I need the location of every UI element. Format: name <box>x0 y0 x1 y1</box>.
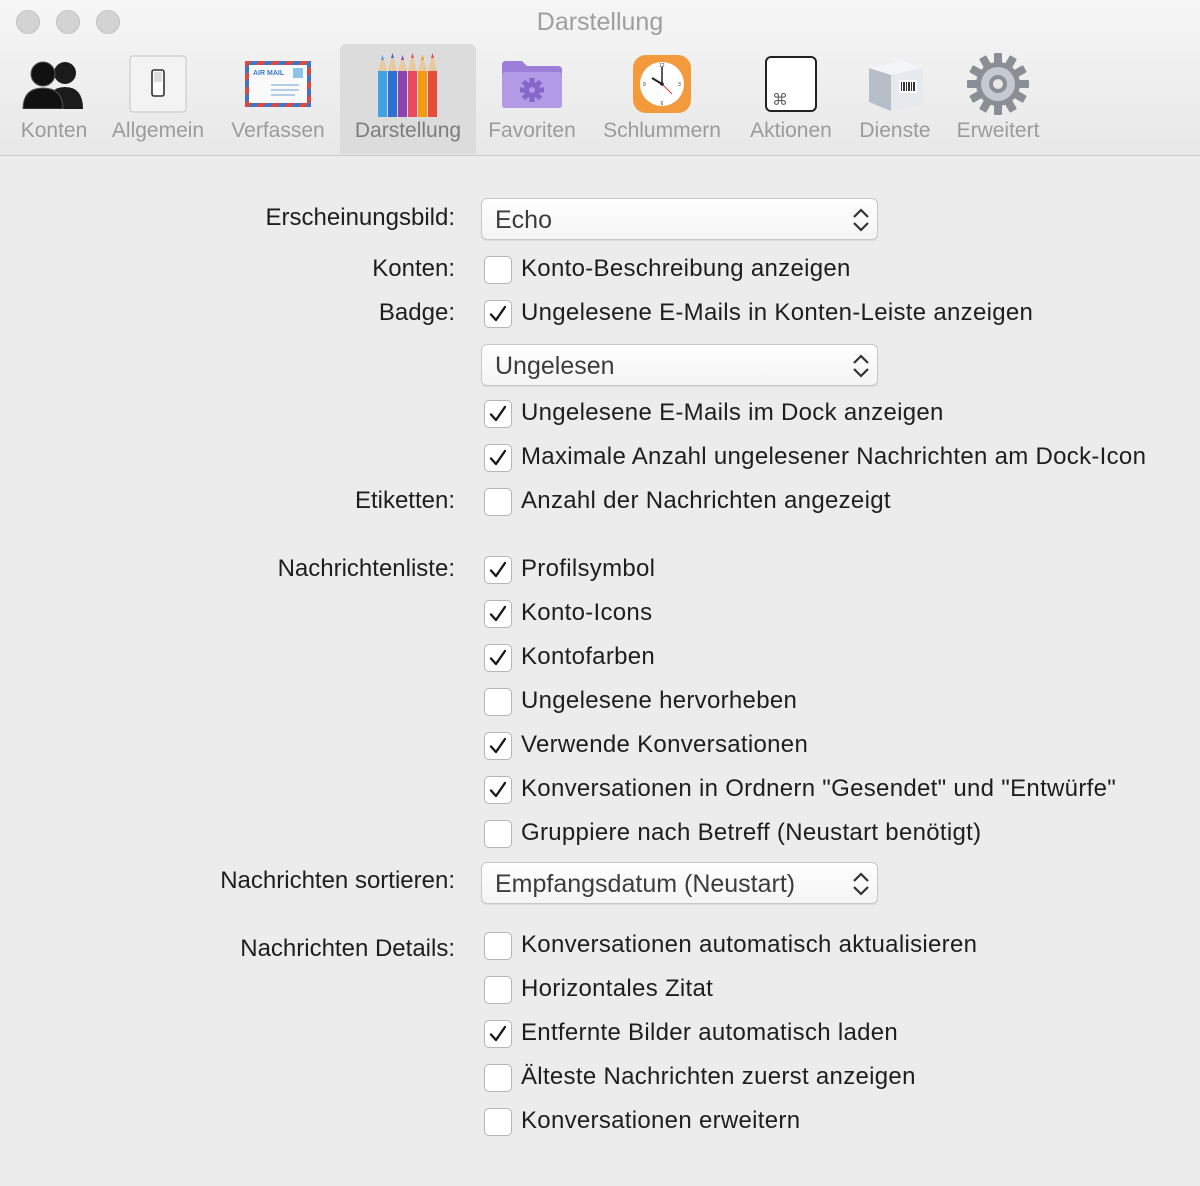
checkmark-icon <box>489 781 507 798</box>
tab-label: Konten <box>20 119 88 142</box>
label-message-count-checkbox[interactable] <box>484 488 512 516</box>
oldest-first-checkbox[interactable] <box>484 1064 512 1092</box>
profile-symbol-checkbox[interactable] <box>484 556 512 584</box>
badge-label: Badge: <box>378 299 455 326</box>
unread-in-dock-checkbox[interactable] <box>484 400 512 428</box>
checkmark-icon <box>489 449 507 466</box>
conversations-sent-drafts-checkbox[interactable] <box>484 776 512 804</box>
account-icons-checkbox[interactable] <box>484 600 512 628</box>
checkmark-icon <box>489 649 507 666</box>
checkbox-label: Konversationen erweitern <box>521 1107 801 1134</box>
checkbox-label: Horizontales Zitat <box>521 975 714 1002</box>
accounts-icon <box>19 52 89 116</box>
tab-label: Verfassen <box>231 119 325 142</box>
folder-gear-icon <box>497 52 567 116</box>
package-barcode-icon <box>860 52 930 116</box>
checkbox-label: Konto-Icons <box>521 599 653 626</box>
tab-allgemein[interactable]: Allgemein <box>104 44 212 154</box>
checkbox-label: Konversationen automatisch aktualisieren <box>521 931 978 958</box>
checkmark-icon <box>489 561 507 578</box>
tab-label: Favoriten <box>488 119 576 142</box>
tab-label: Erweitert <box>956 119 1040 142</box>
tab-label: Aktionen <box>750 119 832 142</box>
checkbox-label: Ungelesene hervorheben <box>521 687 798 714</box>
tab-aktionen[interactable]: ⌘ Aktionen <box>740 44 842 154</box>
tab-label: Allgemein <box>111 119 205 142</box>
switch-icon <box>123 52 193 116</box>
tab-darstellung[interactable]: Darstellung <box>340 44 476 154</box>
svg-text:⌘: ⌘ <box>772 90 788 109</box>
checkbox-label: Älteste Nachrichten zuerst anzeigen <box>521 1063 916 1090</box>
checkmark-icon <box>489 1025 507 1042</box>
up-down-chevron-icon <box>851 207 871 238</box>
max-unread-dock-icon-checkbox[interactable] <box>484 444 512 472</box>
svg-text:3: 3 <box>678 82 681 88</box>
expand-conversations-checkbox[interactable] <box>484 1108 512 1136</box>
appearance-label: Erscheinungsbild: <box>265 204 455 231</box>
accounts-label: Konten: <box>372 255 455 282</box>
svg-text:9: 9 <box>643 82 646 88</box>
appearance-value: Echo <box>495 206 552 234</box>
highlight-unread-checkbox[interactable] <box>484 688 512 716</box>
message-details-label: Nachrichten Details: <box>240 935 455 962</box>
checkbox-label: Gruppiere nach Betreff (Neustart benötig… <box>521 819 982 846</box>
window-title: Darstellung <box>536 8 664 36</box>
checkmark-icon <box>489 737 507 754</box>
tab-favoriten[interactable]: Favoriten <box>482 44 582 154</box>
tab-verfassen[interactable]: AIR MAIL Verfassen <box>222 44 334 154</box>
account-colors-checkbox[interactable] <box>484 644 512 672</box>
checkbox-label: Ungelesene E-Mails im Dock anzeigen <box>521 399 944 426</box>
tab-label: Dienste <box>859 119 931 142</box>
window-toolbar: Darstellung Konten Allgemein AIR MAIL Ve… <box>0 0 1200 156</box>
gear-icon <box>963 52 1033 116</box>
checkbox-label: Kontofarben <box>521 643 656 670</box>
tab-schlummern[interactable]: 12 3 6 9 Schlummern <box>594 44 730 154</box>
tab-konten[interactable]: Konten <box>12 44 96 154</box>
horizontal-quote-checkbox[interactable] <box>484 976 512 1004</box>
checkbox-label: Entfernte Bilder automatisch laden <box>521 1019 899 1046</box>
badge-value: Ungelesen <box>495 352 615 380</box>
airmail-envelope-icon: AIR MAIL <box>243 52 313 116</box>
badge-popup[interactable]: Ungelesen <box>481 344 878 386</box>
labels-label: Etiketten: <box>354 487 455 514</box>
pencils-icon <box>373 52 443 117</box>
up-down-chevron-icon <box>851 353 871 384</box>
message-list-label: Nachrichtenliste: <box>277 555 455 582</box>
command-key-icon: ⌘ <box>756 52 826 116</box>
tab-label: Schlummern <box>603 119 721 142</box>
svg-text:6: 6 <box>661 101 664 107</box>
tab-erweitert[interactable]: Erweitert <box>946 44 1050 154</box>
checkbox-label: Profilsymbol <box>521 555 656 582</box>
sort-popup[interactable]: Empfangsdatum (Neustart) <box>481 862 878 904</box>
checkbox-label: Verwende Konversationen <box>521 731 809 758</box>
unread-in-accounts-bar-checkbox[interactable] <box>484 300 512 328</box>
checkbox-label: Konversationen in Ordnern "Gesendet" und… <box>521 775 1117 802</box>
svg-text:AIR MAIL: AIR MAIL <box>253 70 285 77</box>
sort-value: Empfangsdatum (Neustart) <box>495 870 796 898</box>
tab-dienste[interactable]: Dienste <box>850 44 940 154</box>
tab-label: Darstellung <box>354 119 462 142</box>
sort-label: Nachrichten sortieren: <box>220 867 455 894</box>
group-by-subject-checkbox[interactable] <box>484 820 512 848</box>
checkbox-label: Anzahl der Nachrichten angezeigt <box>521 487 891 514</box>
checkbox-label: Maximale Anzahl ungelesener Nachrichten … <box>521 443 1147 470</box>
load-remote-images-checkbox[interactable] <box>484 1020 512 1048</box>
up-down-chevron-icon <box>851 871 871 902</box>
checkmark-icon <box>489 305 507 322</box>
checkmark-icon <box>489 405 507 422</box>
appearance-popup[interactable]: Echo <box>481 198 878 240</box>
checkbox-label: Ungelesene E-Mails in Konten-Leiste anze… <box>521 299 1034 326</box>
checkbox-label: Konto-Beschreibung anzeigen <box>521 255 851 282</box>
use-conversations-checkbox[interactable] <box>484 732 512 760</box>
clock-icon: 12 3 6 9 <box>627 52 697 116</box>
auto-update-conversations-checkbox[interactable] <box>484 932 512 960</box>
checkmark-icon <box>489 605 507 622</box>
show-account-description-checkbox[interactable] <box>484 256 512 284</box>
